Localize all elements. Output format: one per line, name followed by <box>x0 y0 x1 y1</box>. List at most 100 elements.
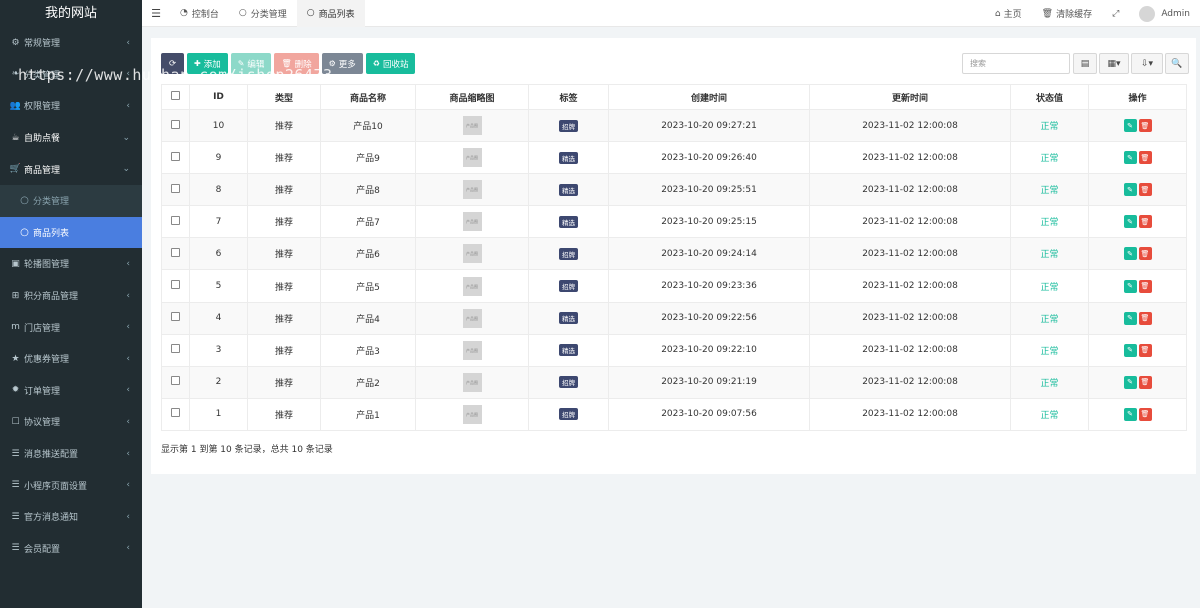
search-input[interactable]: 搜索 <box>962 53 1070 74</box>
sidebar-toggle-icon[interactable]: ☰ <box>142 7 170 20</box>
row-delete-button[interactable]: 🗑 <box>1138 119 1152 133</box>
table-row[interactable]: 1 推荐 产品1 产品图 招牌 2023-10-20 09:07:56 2023-11-02… <box>161 397 1187 431</box>
row-delete-button[interactable]: 🗑 <box>1138 343 1152 357</box>
brand-logo[interactable]: 我的网站 <box>0 0 142 27</box>
product-thumbnail[interactable]: 产品图 <box>462 308 482 328</box>
table-row[interactable]: 6 推荐 产品6 产品图 招牌 2023-10-20 09:24:14 2023-11-02… <box>161 237 1187 271</box>
sidebar-item-7[interactable]: ▣ 轮播图管理 ‹ <box>0 248 142 280</box>
tab-1[interactable]: ○ 分类管理 <box>229 0 297 27</box>
tab-2[interactable]: ○ 商品列表 <box>296 0 365 27</box>
row-checkbox[interactable] <box>171 312 180 322</box>
row-checkbox[interactable] <box>171 215 180 225</box>
row-delete-button[interactable]: 🗑 <box>1138 215 1152 229</box>
select-all-checkbox[interactable] <box>171 91 180 100</box>
clear-cache-link[interactable]: 🗑 清除缓存 <box>1032 7 1102 21</box>
row-checkbox[interactable] <box>171 151 180 161</box>
product-thumbnail[interactable]: 产品图 <box>462 276 482 296</box>
row-edit-button[interactable]: ✎ <box>1123 247 1137 261</box>
table-row[interactable]: 2 推荐 产品2 产品图 招牌 2023-10-20 09:21:19 2023-11-02… <box>161 365 1187 399</box>
sidebar-item-15[interactable]: ☰ 官方消息通知 ‹ <box>0 501 142 533</box>
table-row[interactable]: 10 推荐 产品10 产品图 招牌 2023-10-20 09:27:21 2023-11-… <box>161 108 1187 143</box>
row-edit-button[interactable]: ✎ <box>1123 183 1137 197</box>
advanced-search-button[interactable]: 🔍 <box>1165 53 1189 74</box>
row-edit-button[interactable]: ✎ <box>1123 279 1137 293</box>
row-checkbox[interactable] <box>171 183 180 193</box>
sidebar-item-9[interactable]: m 门店管理 ‹ <box>0 311 142 343</box>
column-header[interactable]: 更新时间 <box>809 84 1011 110</box>
sidebar-item-8[interactable]: ⊞ 积分商品管理 ‹ <box>0 280 142 312</box>
row-checkbox[interactable] <box>171 408 180 418</box>
sidebar-item-13[interactable]: ☰ 消息推送配置 ‹ <box>0 438 142 470</box>
sidebar-item-6[interactable]: ○ 商品列表 <box>0 216 142 249</box>
recycle-bin-button[interactable]: ♻ 回收站 <box>365 53 416 74</box>
product-thumbnail[interactable]: 产品图 <box>462 148 482 168</box>
column-header[interactable]: 商品缩略图 <box>415 84 529 110</box>
row-delete-button[interactable]: 🗑 <box>1138 279 1152 293</box>
row-delete-button[interactable]: 🗑 <box>1138 311 1152 325</box>
columns-button[interactable]: ▦▾ <box>1099 53 1129 74</box>
row-edit-button[interactable]: ✎ <box>1123 119 1137 133</box>
row-delete-button[interactable]: 🗑 <box>1138 407 1152 421</box>
table-row[interactable]: 7 推荐 产品7 产品图 精选 2023-10-20 09:25:15 2023-11-02… <box>161 205 1187 239</box>
sidebar-item-0[interactable]: ⚙ 常规管理 ‹ <box>0 27 142 59</box>
product-thumbnail[interactable]: 产品图 <box>462 244 482 264</box>
product-thumbnail[interactable]: 产品图 <box>462 340 482 360</box>
row-edit-button[interactable]: ✎ <box>1123 311 1137 325</box>
edit-button[interactable]: ✎ 编辑 <box>230 53 272 74</box>
sidebar-item-5[interactable]: ○ 分类管理 <box>0 184 142 217</box>
sidebar-item-4[interactable]: 🛒 商品管理 ⌄ <box>0 153 142 185</box>
row-select-cell <box>161 365 190 399</box>
tab-0[interactable]: ◔ 控制台 <box>170 0 229 27</box>
sidebar-item-10[interactable]: ★ 优惠券管理 ‹ <box>0 343 142 375</box>
table-row[interactable]: 9 推荐 产品9 产品图 精选 2023-10-20 09:26:40 2023-11-02… <box>161 141 1187 175</box>
product-thumbnail[interactable]: 产品图 <box>462 212 482 232</box>
row-checkbox[interactable] <box>171 247 180 257</box>
cell-id: 10 <box>189 108 248 143</box>
row-edit-button[interactable]: ✎ <box>1123 375 1137 389</box>
sidebar-item-11[interactable]: ✹ 订单管理 ‹ <box>0 375 142 407</box>
table-row[interactable]: 4 推荐 产品4 产品图 精选 2023-10-20 09:22:56 2023-11-02… <box>161 301 1187 335</box>
fullscreen-button[interactable]: ⤢ <box>1102 9 1129 19</box>
column-header[interactable]: 状态值 <box>1010 84 1089 110</box>
table-row[interactable]: 5 推荐 产品5 产品图 招牌 2023-10-20 09:23:36 2023-11-02… <box>161 269 1187 303</box>
column-header[interactable]: 商品名称 <box>320 84 416 110</box>
product-thumbnail[interactable]: 产品图 <box>462 116 482 136</box>
row-checkbox[interactable] <box>171 344 180 354</box>
column-header[interactable]: ID <box>189 84 248 110</box>
column-header[interactable]: 操作 <box>1088 84 1187 110</box>
row-checkbox[interactable] <box>171 119 180 129</box>
row-delete-button[interactable]: 🗑 <box>1138 183 1152 197</box>
product-table: ID 类型 商品名称 商品缩略图 标签 创建时间 更新时间 状态值 操作 10 推荐 产品10 产品图… <box>161 84 1187 431</box>
toggle-view-button[interactable]: ▤ <box>1073 53 1097 74</box>
product-thumbnail[interactable]: 产品图 <box>462 180 482 200</box>
row-checkbox[interactable] <box>171 280 180 290</box>
add-button[interactable]: ✚ 添加 <box>187 53 228 74</box>
export-button[interactable]: ⇩▾ <box>1131 53 1163 74</box>
column-header[interactable]: 类型 <box>247 84 321 110</box>
row-delete-button[interactable]: 🗑 <box>1138 375 1152 389</box>
column-header[interactable]: 标签 <box>528 84 609 110</box>
row-edit-button[interactable]: ✎ <box>1123 151 1137 165</box>
column-header[interactable]: 创建时间 <box>608 84 810 110</box>
delete-button[interactable]: 🗑 删除 <box>274 53 319 74</box>
sidebar-item-12[interactable]: ☐ 协议管理 ‹ <box>0 406 142 438</box>
more-button[interactable]: ⚙ 更多 <box>321 53 363 74</box>
home-link[interactable]: ⌂ 主页 <box>985 7 1032 21</box>
sidebar-item-3[interactable]: ☕ 自助点餐 ⌄ <box>0 122 142 154</box>
row-delete-button[interactable]: 🗑 <box>1138 151 1152 165</box>
product-thumbnail[interactable]: 产品图 <box>462 404 482 424</box>
product-thumbnail[interactable]: 产品图 <box>462 372 482 392</box>
sidebar-item-1[interactable]: ❧ 分类管理 ‹ <box>0 59 142 91</box>
row-delete-button[interactable]: 🗑 <box>1138 247 1152 261</box>
sidebar-item-14[interactable]: ☰ 小程序页面设置 ‹ <box>0 469 142 501</box>
refresh-button[interactable]: ⟳ <box>161 53 184 74</box>
sidebar-item-16[interactable]: ☰ 会员配置 ‹ <box>0 533 142 565</box>
row-edit-button[interactable]: ✎ <box>1123 407 1137 421</box>
table-row[interactable]: 3 推荐 产品3 产品图 精选 2023-10-20 09:22:10 2023-11-02… <box>161 333 1187 367</box>
row-edit-button[interactable]: ✎ <box>1123 343 1137 357</box>
sidebar-item-2[interactable]: 👥 权限管理 ‹ <box>0 90 142 122</box>
table-row[interactable]: 8 推荐 产品8 产品图 精选 2023-10-20 09:25:51 2023-11-02… <box>161 173 1187 207</box>
row-edit-button[interactable]: ✎ <box>1123 215 1137 229</box>
row-checkbox[interactable] <box>171 376 180 386</box>
user-menu[interactable]: Admin <box>1129 5 1200 22</box>
